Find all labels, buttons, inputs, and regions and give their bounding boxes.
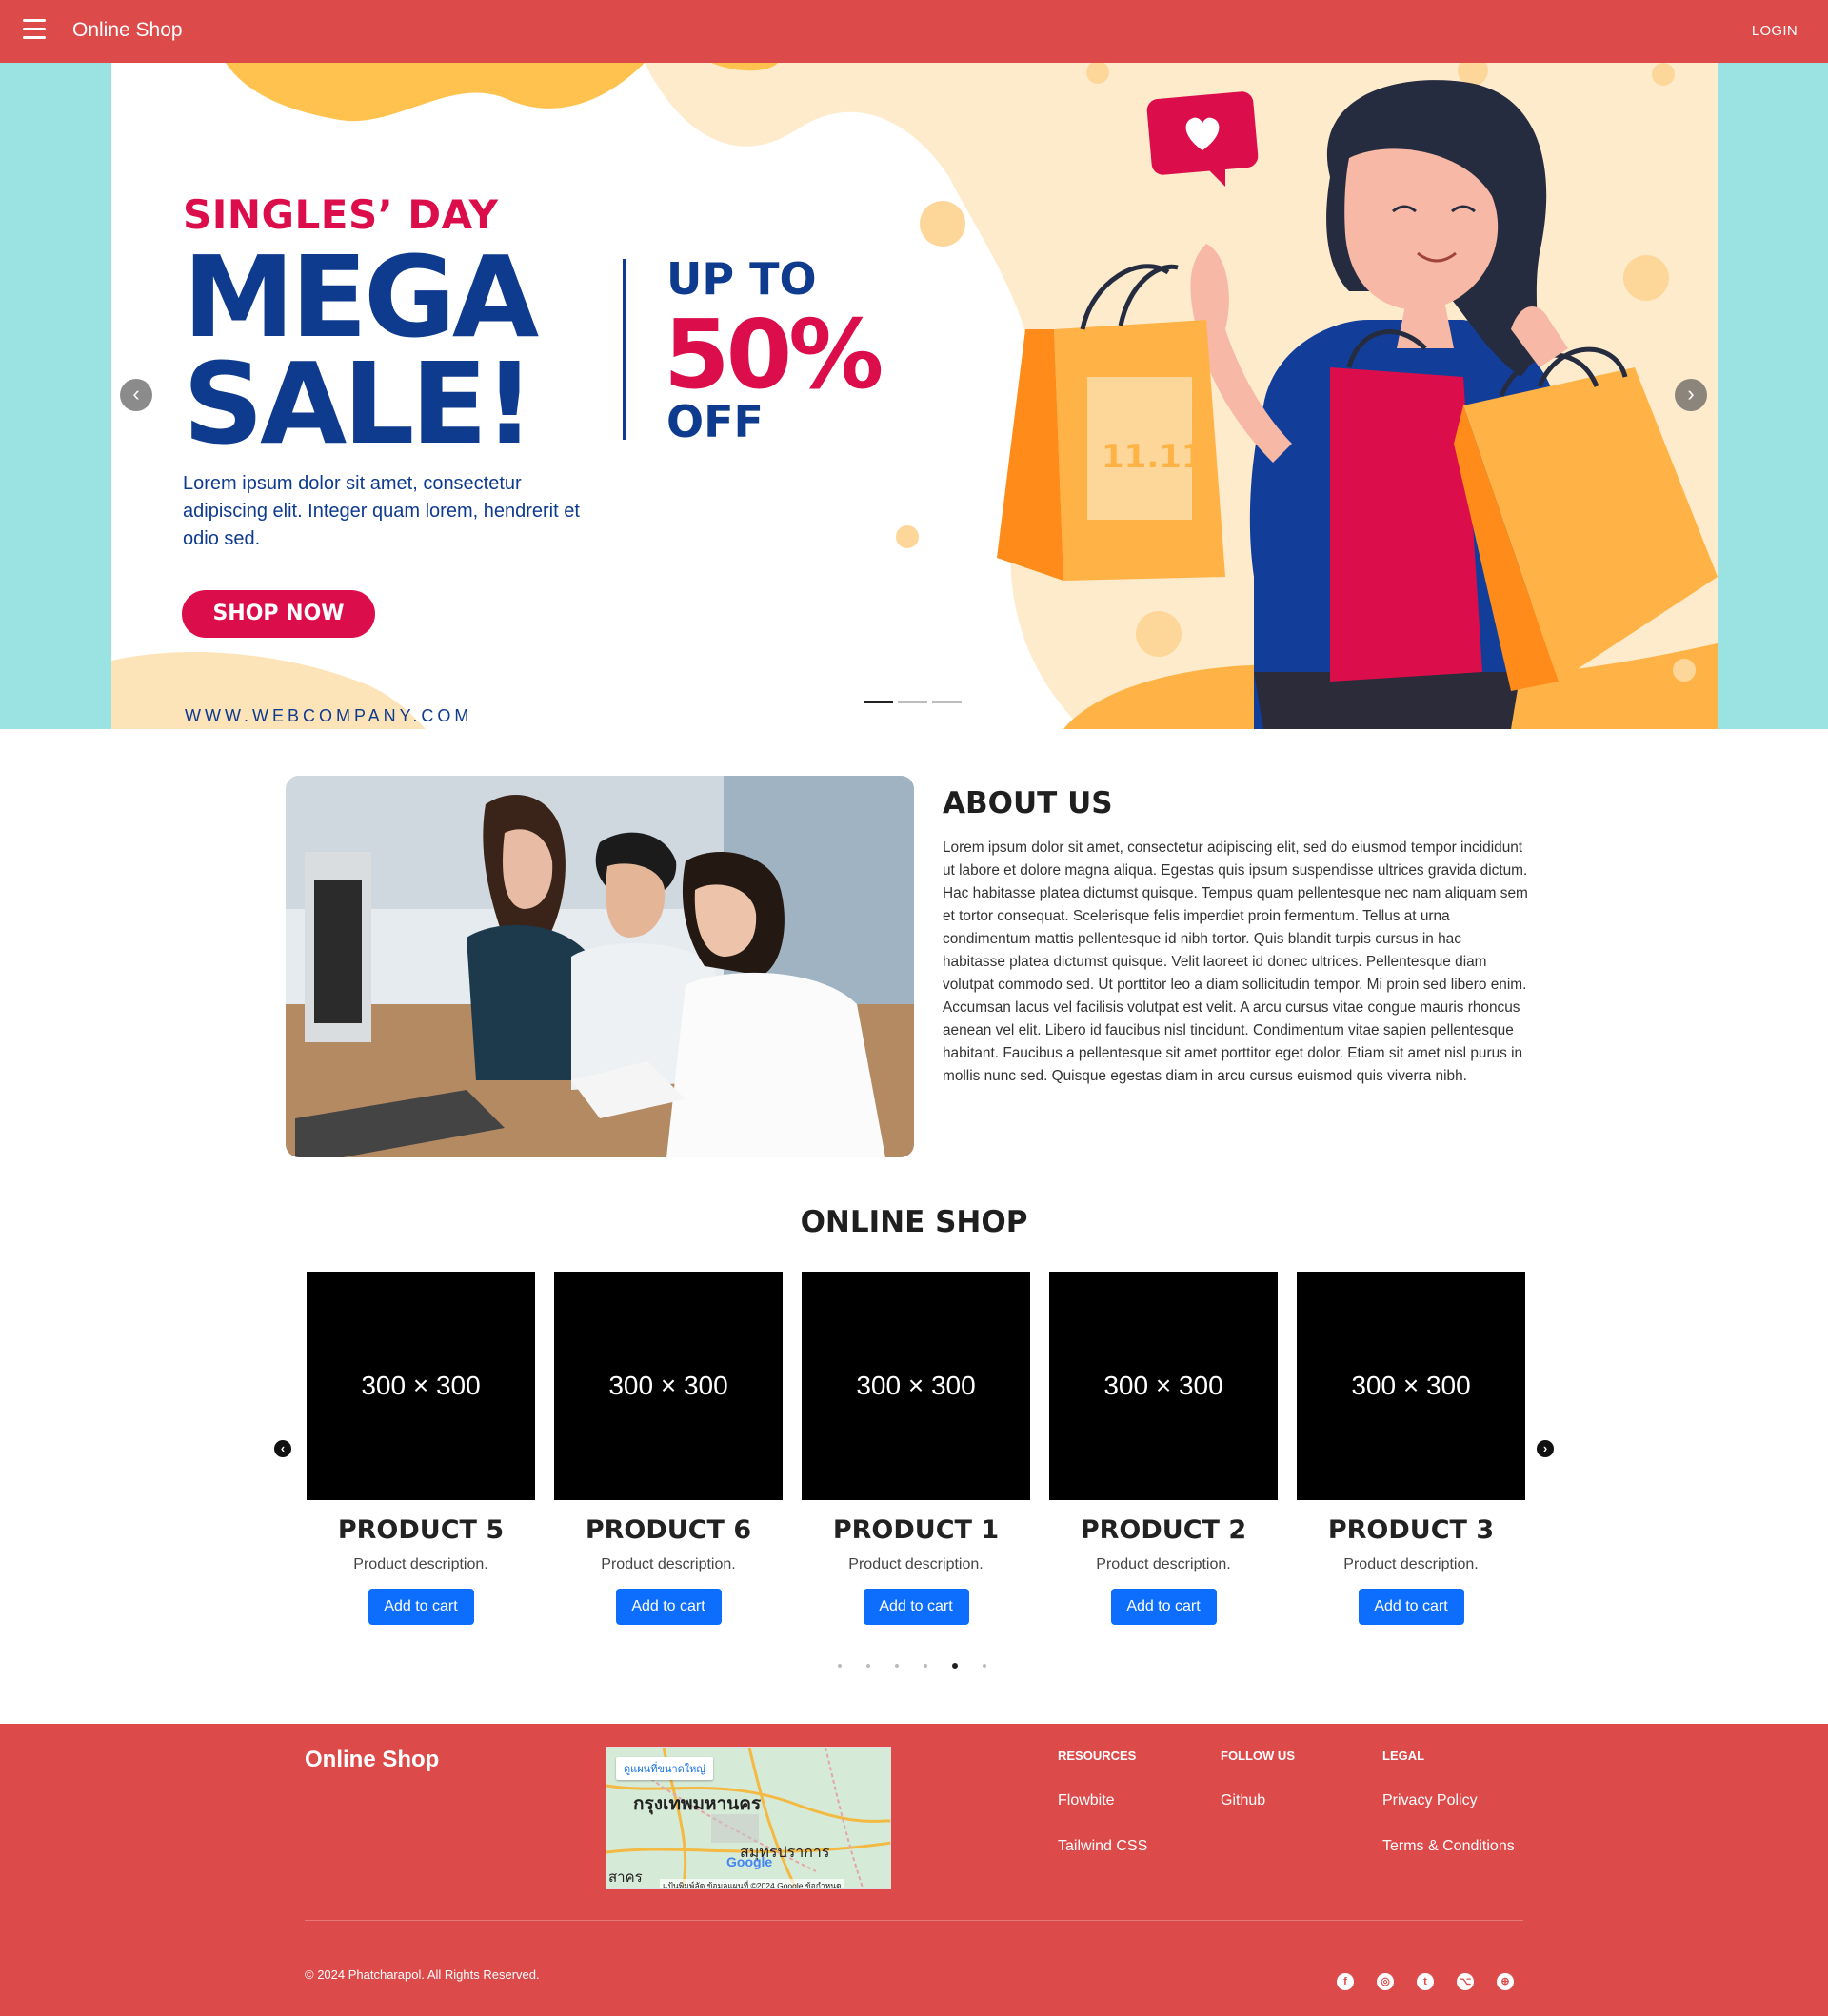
footer-link-github[interactable]: Github <box>1221 1792 1295 1809</box>
hero-carousel: 11.11 SINGLES’ DAY MEGA SALE! UP TO 50% … <box>0 63 1828 729</box>
shop-dot-5[interactable] <box>952 1663 958 1669</box>
shop-title: ONLINE SHOP <box>800 1205 1028 1239</box>
google-logo: Google <box>726 1854 773 1869</box>
navbar-brand[interactable]: Online Shop <box>72 19 183 42</box>
add-to-cart-button[interactable]: Add to cart <box>1110 1589 1217 1625</box>
about-body: Lorem ipsum dolor sit amet, consectetur … <box>943 840 1528 1084</box>
login-link[interactable]: LOGIN <box>1752 23 1798 39</box>
product-card: 300 × 300 PRODUCT 1 Product description.… <box>802 1272 1030 1625</box>
footer-heading: FOLLOW US <box>1221 1749 1295 1763</box>
product-name: PRODUCT 2 <box>1080 1515 1247 1545</box>
copyright: © 2024 Phatcharapol. All Rights Reserved… <box>305 1967 540 1982</box>
map-label-bangkok: กรุงเทพมหานคร <box>633 1794 762 1814</box>
product-name: PRODUCT 1 <box>832 1515 1000 1545</box>
add-to-cart-button[interactable]: Add to cart <box>863 1589 969 1625</box>
social-icons: f ◎ t ⌥ ⊕ <box>1337 1973 1514 1990</box>
instagram-icon[interactable]: ◎ <box>1377 1973 1394 1990</box>
hero-banner: 11.11 SINGLES’ DAY MEGA SALE! UP TO 50% … <box>111 63 1718 729</box>
product-image-placeholder: 300 × 300 <box>1297 1272 1525 1500</box>
product-name: PRODUCT 5 <box>337 1515 505 1545</box>
github-icon[interactable]: ⌥ <box>1457 1973 1474 1990</box>
product-image-placeholder: 300 × 300 <box>554 1272 783 1500</box>
hero-description: Lorem ipsum dolor sit amet, consectetur … <box>183 473 580 549</box>
product-name: PRODUCT 6 <box>585 1515 752 1545</box>
footer-heading: LEGAL <box>1382 1749 1425 1763</box>
footer-link-privacy[interactable]: Privacy Policy <box>1382 1792 1515 1809</box>
shop-dot-6[interactable] <box>983 1664 986 1668</box>
product-image-placeholder: 300 × 300 <box>1049 1272 1278 1500</box>
about-image <box>286 776 914 1157</box>
chevron-left-icon[interactable]: ‹ <box>120 379 152 411</box>
footer-link-flowbite[interactable]: Flowbite <box>1058 1792 1147 1809</box>
add-to-cart-button[interactable]: Add to cart <box>615 1589 722 1625</box>
shop-dot-4[interactable] <box>924 1664 927 1668</box>
shop-dot-2[interactable] <box>866 1664 870 1668</box>
product-name: PRODUCT 3 <box>1327 1515 1495 1545</box>
shop-pagination-dots <box>838 1663 986 1669</box>
map-view-larger-button[interactable]: ดูแผนที่ขนาดใหญ่ <box>616 1757 713 1780</box>
hero-divider <box>623 259 626 440</box>
chevron-right-icon[interactable]: › <box>1675 379 1707 411</box>
product-description: Product description. <box>601 1556 736 1572</box>
arrow-left-circle-icon[interactable]: ‹ <box>274 1440 291 1457</box>
footer: Online Shop ดูแผนที่ขนาดใหญ่ กรุงเทพมหาน… <box>0 1724 1828 2016</box>
hero-text: SINGLES’ DAY MEGA SALE! <box>183 191 539 469</box>
hero-indicators <box>864 701 962 703</box>
hamburger-menu-icon[interactable] <box>23 19 48 42</box>
navbar: Online Shop LOGIN <box>0 0 1828 63</box>
footer-heading: RESOURCES <box>1058 1749 1137 1763</box>
hero-off: OFF <box>666 396 764 447</box>
hero-indicator-2[interactable] <box>898 701 927 703</box>
footer-divider <box>305 1920 1523 1921</box>
hero-headline-line2: SALE! <box>183 338 535 469</box>
map-attribution: แป้นพิมพ์ลัด ข้อมูลแผนที่ ©2024 Google ข… <box>660 1879 844 1888</box>
footer-link-tailwind[interactable]: Tailwind CSS <box>1058 1838 1147 1855</box>
footer-link-terms[interactable]: Terms & Conditions <box>1382 1838 1515 1855</box>
product-description: Product description. <box>848 1556 984 1572</box>
product-card: 300 × 300 PRODUCT 5 Product description.… <box>307 1272 535 1625</box>
svg-text:11.11: 11.11 <box>1102 438 1204 476</box>
product-card: 300 × 300 PRODUCT 3 Product description.… <box>1297 1272 1525 1625</box>
hero-headline-line1: MEGA <box>183 231 539 363</box>
hero-percent: 50% <box>664 299 884 410</box>
hero-indicator-3[interactable] <box>932 701 962 703</box>
hero-indicator-1[interactable] <box>864 701 893 703</box>
add-to-cart-button[interactable]: Add to cart <box>1358 1589 1464 1625</box>
product-description: Product description. <box>1096 1556 1231 1572</box>
hero-website: WWW.WEBCOMPANY.COM <box>185 706 473 725</box>
map-embed[interactable]: ดูแผนที่ขนาดใหญ่ กรุงเทพมหานคร สมุทรปราก… <box>606 1747 891 1889</box>
footer-brand[interactable]: Online Shop <box>305 1747 439 1773</box>
product-card: 300 × 300 PRODUCT 2 Product description.… <box>1049 1272 1278 1625</box>
footer-column-resources: RESOURCES Flowbite Tailwind CSS <box>1058 1749 1147 1855</box>
product-description: Product description. <box>1343 1556 1479 1572</box>
dribbble-icon[interactable]: ⊕ <box>1497 1973 1514 1990</box>
footer-column-follow: FOLLOW US Github <box>1221 1749 1295 1809</box>
facebook-icon[interactable]: f <box>1337 1973 1354 1990</box>
map-label-sakhon: สาคร <box>608 1869 643 1886</box>
about-photo <box>286 776 914 1157</box>
shop-dot-1[interactable] <box>838 1664 842 1668</box>
product-description: Product description. <box>353 1556 488 1572</box>
shop-now-button[interactable]: SHOP NOW <box>182 590 375 638</box>
product-card: 300 × 300 PRODUCT 6 Product description.… <box>554 1272 783 1625</box>
add-to-cart-button[interactable]: Add to cart <box>368 1589 474 1625</box>
product-image-placeholder: 300 × 300 <box>802 1272 1030 1500</box>
about-title: ABOUT US <box>943 786 1113 820</box>
twitter-icon[interactable]: t <box>1417 1973 1434 1990</box>
hero-up-to: UP TO <box>666 253 817 305</box>
product-image-placeholder: 300 × 300 <box>307 1272 535 1500</box>
footer-column-legal: LEGAL Privacy Policy Terms & Conditions <box>1382 1749 1515 1855</box>
shop-dot-3[interactable] <box>895 1664 899 1668</box>
arrow-right-circle-icon[interactable]: › <box>1537 1440 1554 1457</box>
